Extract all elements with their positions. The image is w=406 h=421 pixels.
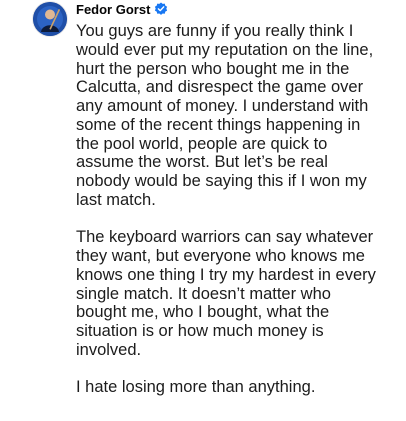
author-header: Fedor Gorst: [76, 1, 168, 17]
post-line: some of the recent things happening in: [76, 115, 361, 134]
post-line: single match. It doesn’t matter who: [76, 284, 331, 303]
post-paragraph: I hate losing more than anything.: [76, 378, 402, 397]
post-paragraph: The keyboard warriors can say whatever t…: [76, 228, 402, 359]
post-line: would ever put my reputation on the line…: [76, 40, 374, 59]
post-line: I hate losing more than anything.: [76, 378, 316, 397]
post-line: nobody would be saying this if I won my: [76, 172, 367, 190]
post-line: Calcutta, and disrespect the game over: [76, 78, 364, 97]
post-line: any amount of money. I understand with: [76, 97, 369, 115]
post-line: bought me, who I bought, what the: [76, 303, 330, 322]
post-text: You guys are funny if you really think I…: [76, 22, 402, 397]
post-line: the pool world, people are quick to: [76, 134, 328, 153]
post-line: knows one thing I try my hardest in ever…: [76, 265, 376, 284]
post-line: The keyboard warriors can say whatever: [76, 228, 374, 247]
social-post: Fedor Gorst You guys are funny if you re…: [0, 0, 406, 421]
post-line: hurt the person who bought me in the: [76, 59, 350, 78]
post-line: You guys are funny if you really think I: [76, 22, 354, 40]
post-line: involved.: [76, 340, 142, 359]
verified-badge-icon: [154, 2, 168, 16]
author-avatar[interactable]: [33, 2, 67, 36]
post-line: situation is or how much money is: [76, 322, 324, 340]
post-line: assume the worst. But let’s be real: [76, 153, 328, 172]
post-line: last match.: [76, 190, 156, 209]
post-line: they want, but everyone who knows me: [76, 247, 365, 265]
post-paragraph: You guys are funny if you really think I…: [76, 22, 402, 210]
author-name[interactable]: Fedor Gorst: [76, 2, 150, 17]
avatar-photo-icon: [33, 2, 67, 36]
